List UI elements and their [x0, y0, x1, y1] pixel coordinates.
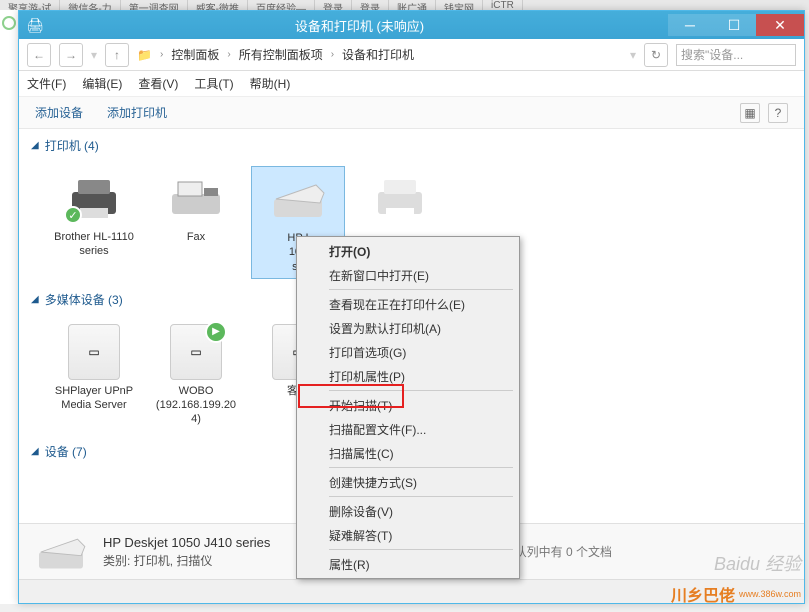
collapse-icon: ◢ [31, 294, 39, 305]
media-server-icon: ▭ [58, 324, 130, 380]
cm-separator [329, 289, 513, 290]
details-printer-icon [31, 530, 91, 574]
cm-open[interactable]: 打开(O) [299, 239, 517, 263]
browser-tab[interactable]: 微信各-力 [60, 0, 120, 10]
close-button[interactable]: ✕ [756, 14, 804, 36]
chevron-right-icon: › [331, 49, 334, 60]
cm-separator [329, 549, 513, 550]
collapse-icon: ◢ [31, 446, 39, 457]
watermark-site: 川乡巴佬 www.386w.com [671, 582, 801, 606]
menu-file[interactable]: 文件(F) [27, 75, 66, 92]
cm-properties[interactable]: 属性(R) [299, 552, 517, 576]
refresh-button[interactable]: ↻ [644, 43, 668, 67]
cm-create-shortcut[interactable]: 创建快捷方式(S) [299, 470, 517, 494]
cm-scan-props[interactable]: 扫描属性(C) [299, 441, 517, 465]
menu-view[interactable]: 查看(V) [138, 75, 178, 92]
printer-item-fax[interactable]: Fax [149, 166, 243, 279]
media-item-shplayer[interactable]: ▭ SHPlayer UPnP Media Server [47, 320, 141, 431]
add-device-button[interactable]: 添加设备 [35, 104, 83, 121]
search-input[interactable]: 搜索"设备... [676, 44, 796, 66]
breadcrumb-item[interactable]: 所有控制面板项 [235, 44, 327, 65]
fax-icon [160, 170, 232, 226]
printer-item-brother[interactable]: ✓ Brother HL-1110 series [47, 166, 141, 279]
default-check-icon: ✓ [64, 206, 82, 224]
chevron-right-icon: › [227, 49, 230, 60]
maximize-button[interactable]: ☐ [712, 14, 756, 36]
media-server-icon: ▭▶ [160, 324, 232, 380]
section-title: 设备 (7) [45, 443, 87, 460]
cm-open-new-window[interactable]: 在新窗口中打开(E) [299, 263, 517, 287]
browser-tabs-strip: 聚享游-试 微信各-力 第一调查网 威客-微推 百度经验— 登录 登录 账广通 … [0, 0, 809, 10]
cm-scan-config[interactable]: 扫描配置文件(F)... [299, 417, 517, 441]
cm-print-prefs[interactable]: 打印首选项(G) [299, 340, 517, 364]
cm-separator [329, 390, 513, 391]
cm-remove-device[interactable]: 删除设备(V) [299, 499, 517, 523]
browser-tab[interactable]: 钱宝网 [436, 0, 483, 10]
menubar: 文件(F) 编辑(E) 查看(V) 工具(T) 帮助(H) [19, 71, 804, 97]
device-label: Fax [187, 230, 205, 244]
window-title: 设备和打印机 (未响应) [51, 16, 668, 35]
minimize-button[interactable]: ─ [668, 14, 712, 36]
collapse-icon: ◢ [31, 140, 39, 151]
cm-start-scan[interactable]: 开始扫描(T) [299, 393, 517, 417]
section-title: 打印机 (4) [45, 137, 99, 154]
browser-tab[interactable]: 登录 [315, 0, 352, 10]
device-label: SHPlayer UPnP Media Server [51, 384, 137, 413]
browser-tab[interactable]: iCTR [483, 0, 523, 10]
device-label: WOBO (192.168.199.204) [153, 384, 239, 427]
scanner-printer-icon [262, 171, 334, 227]
cm-see-printing[interactable]: 查看现在正在打印什么(E) [299, 292, 517, 316]
browser-tab[interactable]: 登录 [352, 0, 389, 10]
add-printer-button[interactable]: 添加打印机 [107, 104, 167, 121]
browser-tab[interactable]: 账广通 [389, 0, 436, 10]
chevron-right-icon: › [160, 49, 163, 60]
play-badge-icon: ▶ [205, 321, 227, 343]
cm-set-default[interactable]: 设置为默认打印机(A) [299, 316, 517, 340]
app-icon: 🖨 [25, 15, 45, 35]
folder-icon: 📁 [137, 48, 152, 62]
details-category: 类别: 打印机, 扫描仪 [103, 552, 270, 569]
cm-printer-props[interactable]: 打印机属性(P) [299, 364, 517, 388]
view-options-button[interactable]: ▦ [740, 103, 760, 123]
up-button[interactable]: ↑ [105, 43, 129, 67]
media-item-wobo[interactable]: ▭▶ WOBO (192.168.199.204) [149, 320, 243, 431]
dropdown-icon[interactable]: ▾ [630, 48, 636, 62]
navigation-bar: ← → ▾ ↑ 📁 › 控制面板 › 所有控制面板项 › 设备和打印机 ▾ ↻ … [19, 39, 804, 71]
printer-icon [364, 170, 436, 226]
details-device-name: HP Deskjet 1050 J410 series [103, 535, 270, 550]
breadcrumb-item[interactable]: 控制面板 [167, 44, 223, 65]
context-menu: 打开(O) 在新窗口中打开(E) 查看现在正在打印什么(E) 设置为默认打印机(… [296, 236, 520, 579]
printer-icon: ✓ [58, 170, 130, 226]
device-label: Brother HL-1110 series [51, 230, 137, 259]
browser-tab[interactable]: 威客-微推 [188, 0, 248, 10]
nav-separator: ▾ [91, 48, 97, 62]
menu-tools[interactable]: 工具(T) [194, 75, 233, 92]
browser-tab[interactable]: 第一调查网 [121, 0, 188, 10]
section-printers-header[interactable]: ◢ 打印机 (4) [31, 133, 792, 158]
cm-troubleshoot[interactable]: 疑难解答(T) [299, 523, 517, 547]
menu-help[interactable]: 帮助(H) [250, 75, 291, 92]
menu-edit[interactable]: 编辑(E) [82, 75, 122, 92]
titlebar: 🖨 设备和打印机 (未响应) ─ ☐ ✕ [19, 11, 804, 39]
browser-tab[interactable]: 聚享游-试 [0, 0, 60, 10]
back-button[interactable]: ← [27, 43, 51, 67]
forward-button[interactable]: → [59, 43, 83, 67]
left-browser-strip [0, 10, 18, 604]
breadcrumb-item[interactable]: 设备和打印机 [338, 44, 418, 65]
cm-separator [329, 467, 513, 468]
breadcrumb: › 控制面板 › 所有控制面板项 › 设备和打印机 [160, 44, 622, 65]
cm-separator [329, 496, 513, 497]
toolbar: 添加设备 添加打印机 ▦ ? [19, 97, 804, 129]
browser-tab[interactable]: 百度经验— [248, 0, 315, 10]
section-title: 多媒体设备 (3) [45, 291, 123, 308]
reload-icon[interactable] [2, 16, 16, 30]
help-button[interactable]: ? [768, 103, 788, 123]
watermark-baidu: Baidu 经验 [714, 550, 801, 576]
